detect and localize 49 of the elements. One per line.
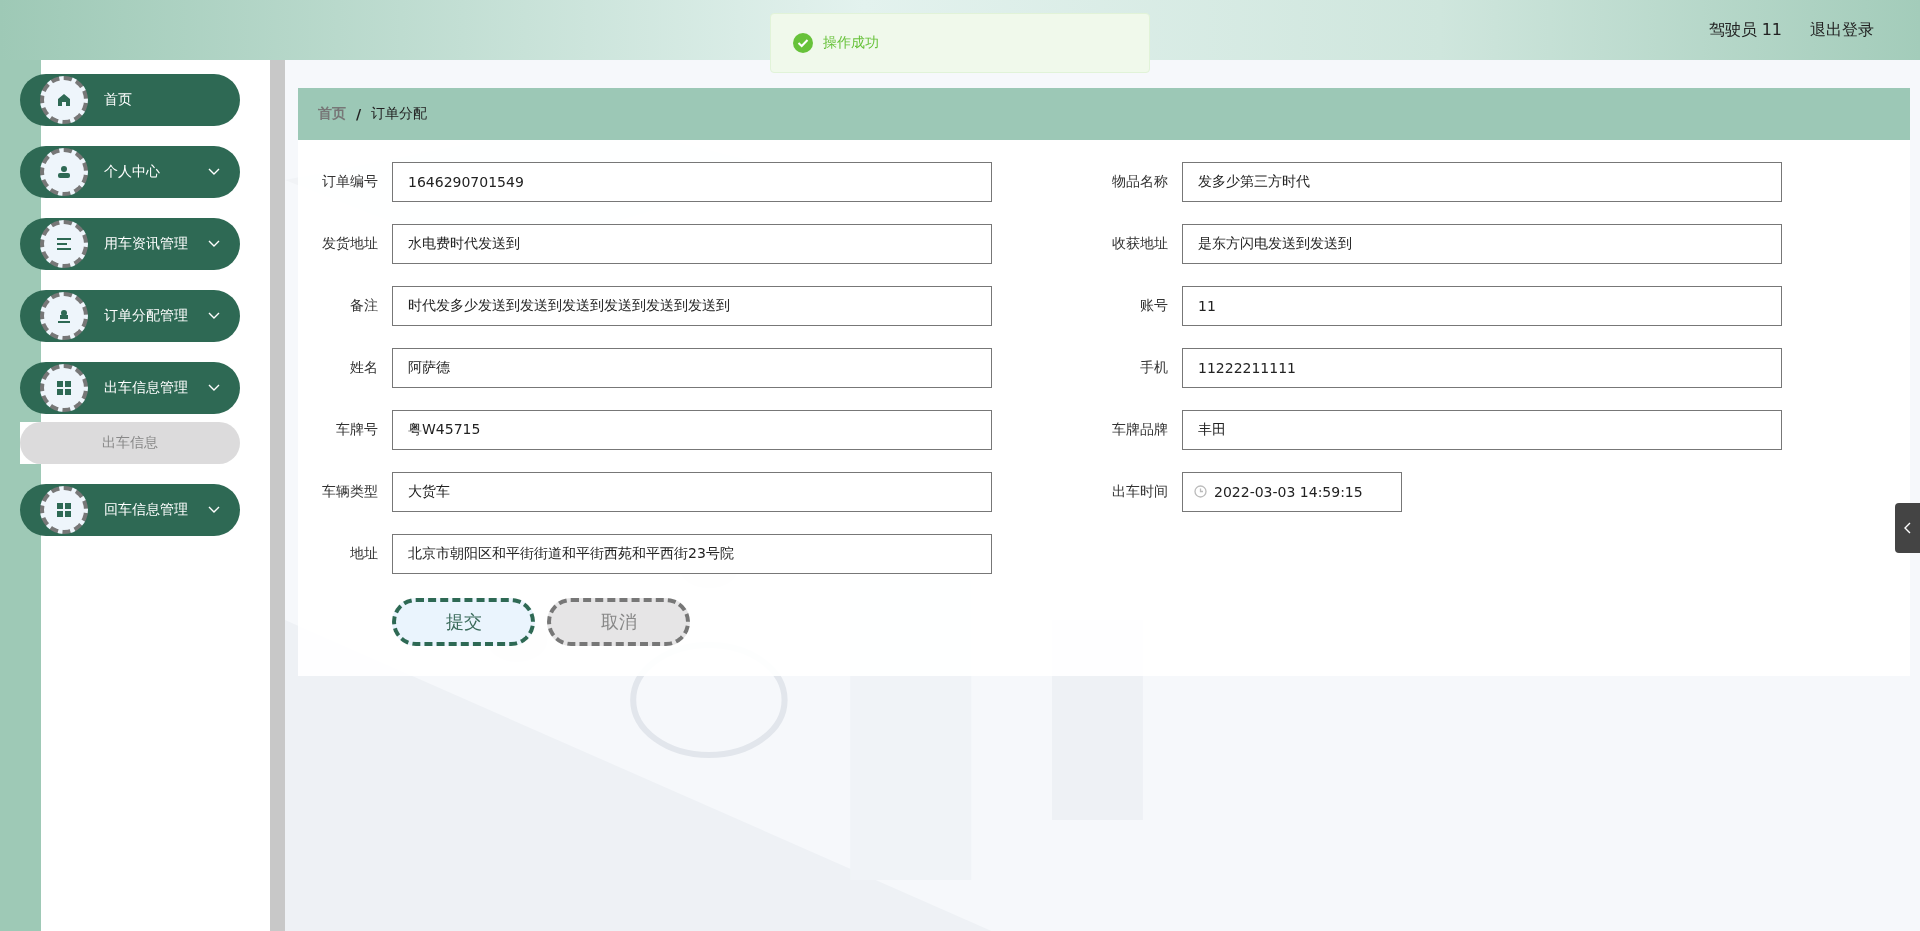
- breadcrumb-item: 订单分配: [371, 105, 428, 123]
- field-label: 订单编号: [321, 173, 379, 191]
- list-icon: [57, 238, 71, 250]
- grid-icon: [57, 381, 71, 395]
- collapse-handle[interactable]: [1895, 503, 1920, 553]
- field-label: 地址: [349, 545, 379, 563]
- field-label: 收获地址: [1111, 235, 1169, 253]
- input-field[interactable]: 丰田: [1182, 410, 1782, 450]
- field-label: 姓名: [349, 359, 379, 377]
- field-label: 备注: [349, 297, 379, 315]
- stamp-icon: [57, 309, 71, 323]
- field-label: 手机: [1139, 359, 1169, 377]
- field-label: 发货地址: [321, 235, 379, 253]
- field-label: 车辆类型: [321, 483, 379, 501]
- datetime-field[interactable]: 2022-03-03 14:59:15: [1182, 472, 1402, 512]
- input-field[interactable]: 1646290701549: [392, 162, 992, 202]
- user-name: 驾驶员 11: [1708, 19, 1782, 41]
- logout-link[interactable]: 退出登录: [1810, 19, 1874, 41]
- input-field[interactable]: 11: [1182, 286, 1782, 326]
- check-icon: [793, 33, 813, 53]
- chevron-icon: [1904, 522, 1911, 534]
- input-field[interactable]: 粤W45715: [392, 410, 992, 450]
- menu-item[interactable]: 个人中心: [20, 146, 240, 198]
- input-field[interactable]: 北京市朝阳区和平街街道和平街西苑和平西街23号院: [392, 534, 992, 574]
- menu-item[interactable]: 订单分配管理: [20, 290, 240, 342]
- input-field[interactable]: 阿萨德: [392, 348, 992, 388]
- field-label: 车牌品牌: [1111, 421, 1169, 439]
- menu-item[interactable]: 用车资讯管理: [20, 218, 240, 270]
- field-label: 出车时间: [1111, 483, 1169, 501]
- menu-item[interactable]: 回车信息管理: [20, 484, 240, 536]
- menu-item[interactable]: 出车信息管理: [20, 362, 240, 414]
- input-field[interactable]: 水电费时代发送到: [392, 224, 992, 264]
- breadcrumb-separator: /: [356, 106, 362, 122]
- field-label: 物品名称: [1111, 173, 1169, 191]
- menu-item[interactable]: 首页: [20, 74, 240, 126]
- input-field[interactable]: 发多少第三方时代: [1182, 162, 1782, 202]
- input-field[interactable]: 大货车: [392, 472, 992, 512]
- toast-message: 操作成功: [823, 34, 879, 52]
- clock-icon: [1194, 485, 1207, 498]
- submit-button[interactable]: 提交: [392, 598, 535, 646]
- input-field[interactable]: 是东方闪电发送到发送到: [1182, 224, 1782, 264]
- home-icon: [57, 93, 71, 107]
- grid-icon: [57, 503, 71, 517]
- input-field[interactable]: 时代发多少发送到发送到发送到发送到发送到发送到: [392, 286, 992, 326]
- input-field[interactable]: 11222211111: [1182, 348, 1782, 388]
- scrollbar[interactable]: [270, 60, 285, 931]
- user-icon: [57, 165, 71, 179]
- field-label: 车牌号: [335, 421, 379, 439]
- field-label: 账号: [1139, 297, 1169, 315]
